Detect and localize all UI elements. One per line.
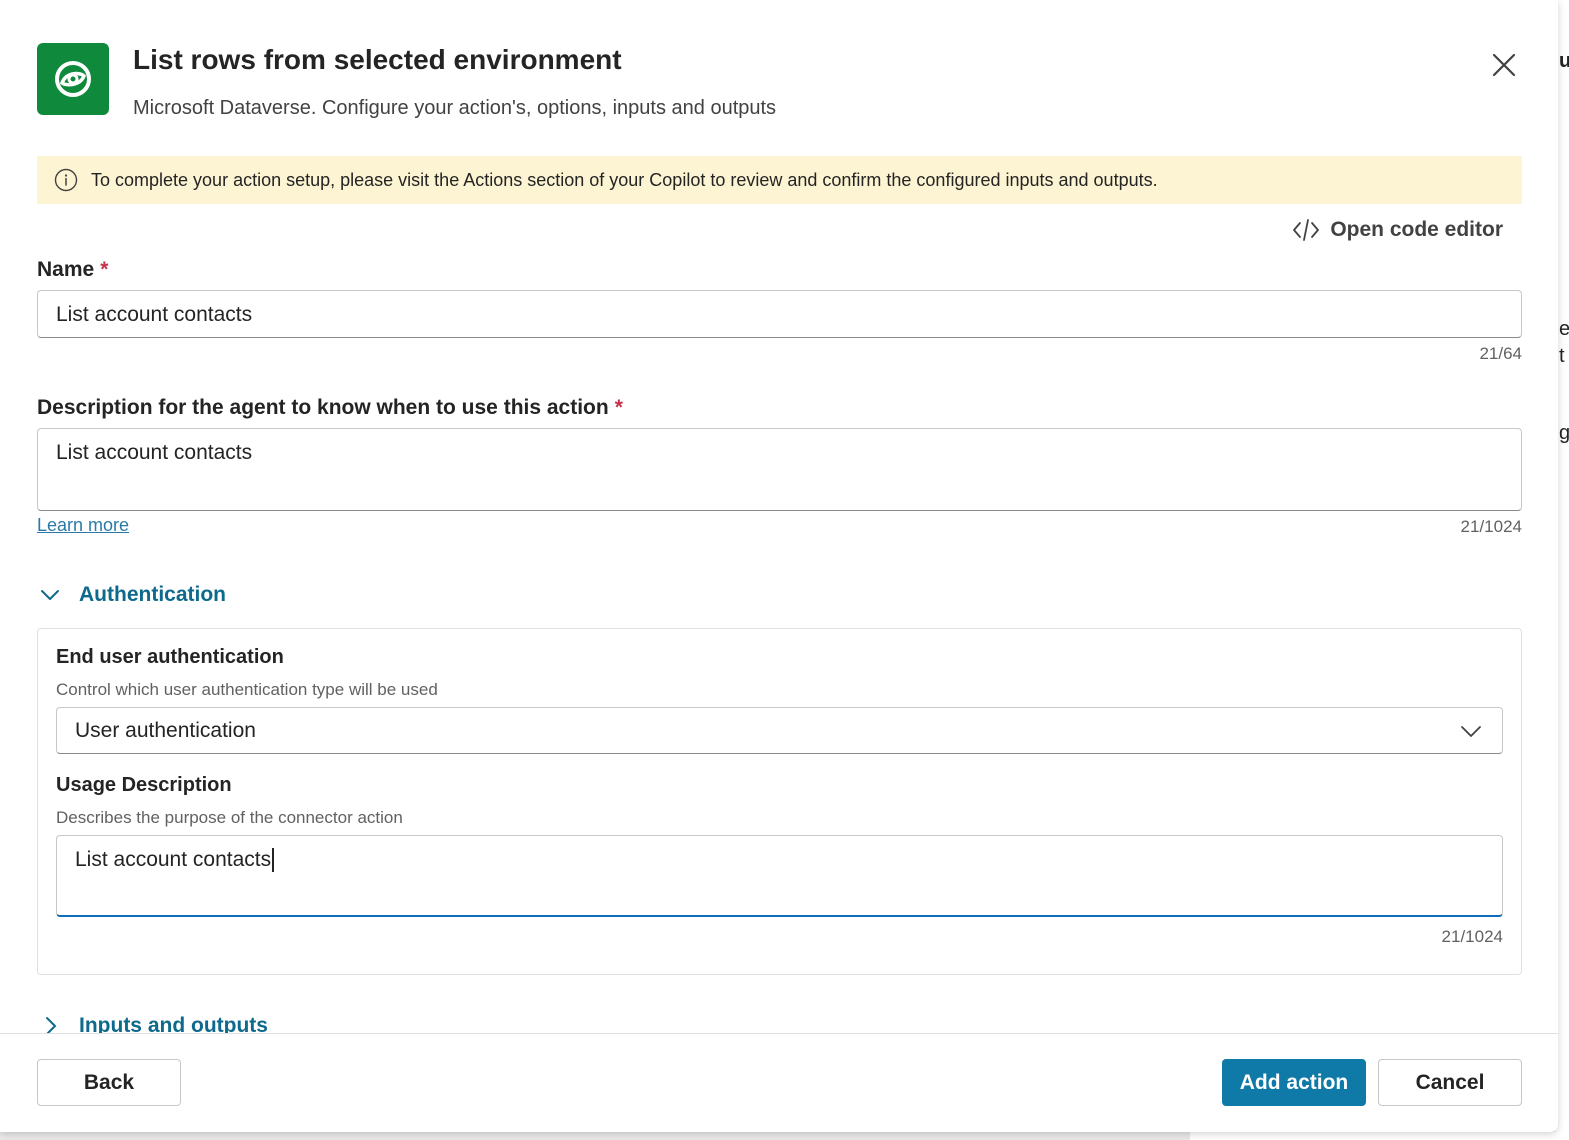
dialog-subtitle: Microsoft Dataverse. Configure your acti… xyxy=(133,97,777,119)
learn-more-link[interactable]: Learn more xyxy=(37,515,129,536)
name-label: Name * xyxy=(37,258,108,282)
required-marker: * xyxy=(614,396,623,419)
required-marker: * xyxy=(100,258,109,281)
usage-char-counter: 21/1024 xyxy=(1441,927,1503,946)
description-label-text: Description for the agent to know when t… xyxy=(37,396,609,419)
cancel-button[interactable]: Cancel xyxy=(1378,1059,1522,1106)
chevron-down-icon xyxy=(41,590,59,600)
description-label: Description for the agent to know when t… xyxy=(37,396,623,420)
usage-description-hint: Describes the purpose of the connector a… xyxy=(56,808,403,827)
info-banner: To complete your action setup, please vi… xyxy=(37,156,1522,204)
close-icon xyxy=(1492,53,1516,77)
dialog-footer: Back Add action Cancel xyxy=(0,1033,1558,1132)
code-icon xyxy=(1293,219,1320,241)
authentication-section-label: Authentication xyxy=(79,583,226,606)
usage-description-value: List account contacts xyxy=(75,848,272,871)
text-caret xyxy=(272,848,275,873)
authentication-section-toggle[interactable]: Authentication xyxy=(37,582,226,608)
end-user-auth-label: End user authentication xyxy=(56,646,284,668)
name-input-value: List account contacts xyxy=(56,303,253,326)
auth-type-dropdown[interactable]: User authentication xyxy=(56,707,1503,754)
action-config-dialog: List rows from selected environment Micr… xyxy=(0,0,1558,1132)
background-app-bottom xyxy=(1190,1132,1569,1140)
end-user-auth-hint: Control which user authentication type w… xyxy=(56,680,438,699)
open-code-editor-button[interactable]: Open code editor xyxy=(1292,214,1503,246)
usage-description-label: Usage Description xyxy=(56,774,232,796)
name-char-counter: 21/64 xyxy=(1479,344,1522,363)
description-textarea-value: List account contacts xyxy=(56,441,253,464)
add-action-button[interactable]: Add action xyxy=(1222,1059,1366,1106)
close-button[interactable] xyxy=(1486,47,1522,83)
open-code-editor-label: Open code editor xyxy=(1330,218,1503,241)
description-textarea[interactable]: List account contacts xyxy=(37,428,1522,511)
chevron-down-icon xyxy=(1461,726,1481,737)
authentication-panel: End user authentication Control which us… xyxy=(37,628,1522,975)
dialog-header: List rows from selected environment Micr… xyxy=(37,43,1522,119)
dialog-title: List rows from selected environment xyxy=(133,44,622,75)
info-banner-text: To complete your action setup, please vi… xyxy=(91,169,1158,190)
usage-description-textarea[interactable]: List account contacts xyxy=(56,835,1503,917)
description-char-counter: 21/1024 xyxy=(1460,517,1522,536)
dataverse-logo-icon xyxy=(37,43,109,115)
auth-type-selected: User authentication xyxy=(75,719,256,742)
name-label-text: Name xyxy=(37,258,95,281)
name-input[interactable]: List account contacts xyxy=(37,290,1522,338)
back-button[interactable]: Back xyxy=(37,1059,181,1106)
info-icon xyxy=(53,167,79,193)
